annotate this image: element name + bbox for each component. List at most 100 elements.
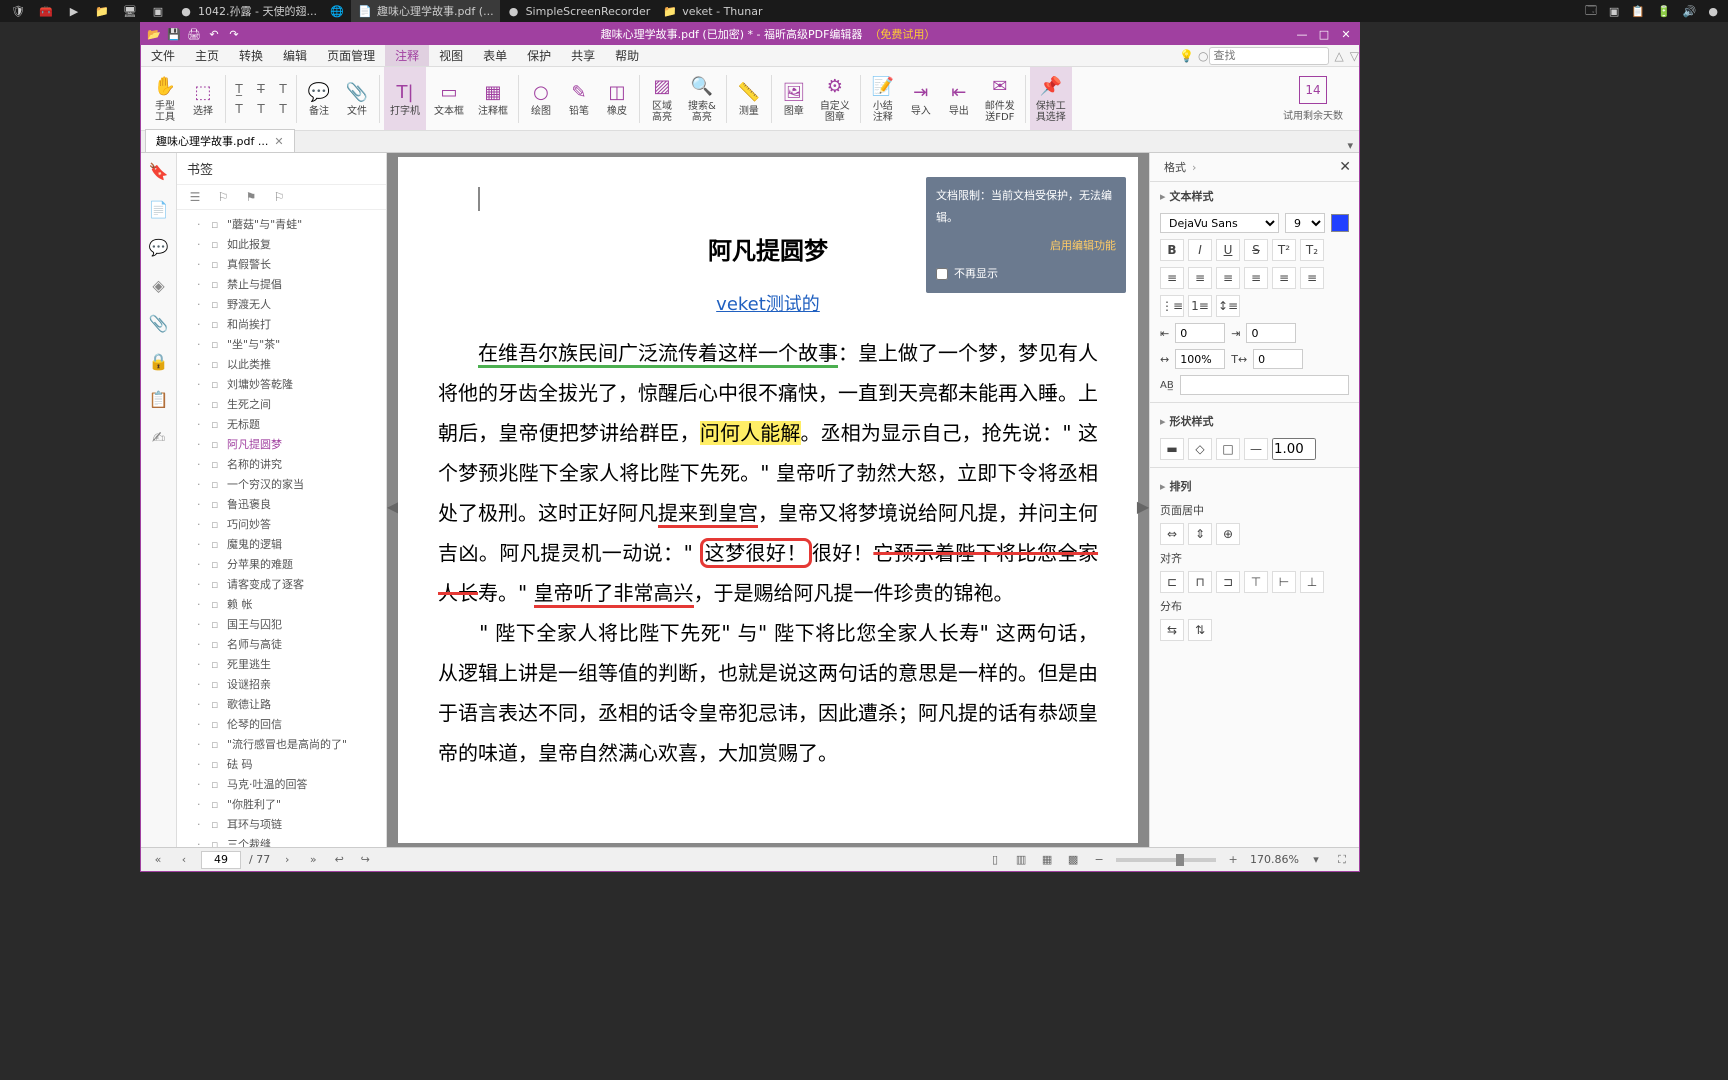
- typewriter-tool[interactable]: T|打字机: [384, 67, 426, 130]
- taskbar-app-2[interactable]: ▶: [60, 0, 88, 22]
- zoom-dropdown[interactable]: ▾: [1307, 851, 1325, 869]
- dist-v-button[interactable]: ⇅: [1188, 619, 1212, 641]
- bookmark-item[interactable]: ·▫名师与高徒: [177, 634, 386, 654]
- bookmark-item[interactable]: ·▫"流行感冒也是高尚的了": [177, 734, 386, 754]
- first-page-button[interactable]: «: [149, 851, 167, 869]
- close-tab-icon[interactable]: ✕: [274, 135, 283, 148]
- measure-tool[interactable]: 📏测量: [731, 67, 767, 130]
- text-highlight-btn[interactable]: T̲: [230, 80, 248, 98]
- bookmark-item[interactable]: ·▫真假警长: [177, 254, 386, 274]
- line-width-input[interactable]: [1272, 438, 1316, 460]
- strike-button[interactable]: S̶: [1244, 239, 1268, 261]
- align-right-button[interactable]: ≡: [1216, 267, 1240, 289]
- bookmarks-rail-icon[interactable]: 🔖: [149, 161, 169, 181]
- number-list-button[interactable]: 1≡: [1188, 295, 1212, 317]
- back-view-button[interactable]: ↩: [330, 851, 348, 869]
- prev-page-button[interactable]: ‹: [175, 851, 193, 869]
- bookmark-item[interactable]: ·▫分苹果的难题: [177, 554, 386, 574]
- fields-rail-icon[interactable]: 📋: [149, 389, 169, 409]
- font-family-select[interactable]: DejaVu Sans: [1160, 213, 1279, 233]
- align-c-button[interactable]: ⊓: [1188, 571, 1212, 593]
- page-number-input[interactable]: [201, 851, 241, 869]
- center-v-button[interactable]: ⇕: [1188, 523, 1212, 545]
- stamp-tool[interactable]: 🖼图章: [776, 67, 812, 130]
- no-fill-button[interactable]: ◇: [1188, 438, 1212, 460]
- minimize-button[interactable]: —: [1295, 27, 1309, 41]
- text-misc-input[interactable]: [1180, 375, 1349, 395]
- next-page-button[interactable]: ›: [278, 851, 296, 869]
- font-size-select[interactable]: 9: [1285, 213, 1325, 233]
- view-cont-facing-button[interactable]: ▩: [1064, 851, 1082, 869]
- bookmark-item[interactable]: ·▫"你胜利了": [177, 794, 386, 814]
- bookmark-item[interactable]: ·▫"坐"与"茶": [177, 334, 386, 354]
- menu-视图[interactable]: 视图: [429, 45, 473, 66]
- security-rail-icon[interactable]: 🔒: [149, 351, 169, 371]
- line-style-button[interactable]: —: [1244, 438, 1268, 460]
- tray-item-1[interactable]: ▣: [1603, 0, 1625, 22]
- export-tool[interactable]: ⇤导出: [941, 67, 977, 130]
- menu-文件[interactable]: 文件: [141, 45, 185, 66]
- menu-主页[interactable]: 主页: [185, 45, 229, 66]
- bookmark-item[interactable]: ·▫以此类推: [177, 354, 386, 374]
- bookmark-item[interactable]: ·▫死里逃生: [177, 654, 386, 674]
- pages-rail-icon[interactable]: 📄: [149, 199, 169, 219]
- attachments-rail-icon[interactable]: 📎: [149, 313, 169, 333]
- last-page-button[interactable]: »: [304, 851, 322, 869]
- indent-input[interactable]: [1175, 323, 1225, 343]
- document-tab[interactable]: 趣味心理学故事.pdf ... ✕: [145, 129, 295, 152]
- bm-collapse-icon[interactable]: ⚐: [271, 189, 287, 205]
- close-button[interactable]: ✕: [1339, 27, 1353, 41]
- taskbar-app-1[interactable]: 🧰: [32, 0, 60, 22]
- align-justify-button[interactable]: ≡: [1244, 267, 1268, 289]
- bookmark-item[interactable]: ·▫歌德让路: [177, 694, 386, 714]
- scale-input[interactable]: [1175, 349, 1225, 369]
- select-tool[interactable]: ⬚ 选择: [185, 67, 221, 130]
- font-color-picker[interactable]: [1331, 214, 1349, 232]
- note-tool[interactable]: 💬备注: [301, 67, 337, 130]
- bookmark-item[interactable]: ·▫名称的讲究: [177, 454, 386, 474]
- menu-表单[interactable]: 表单: [473, 45, 517, 66]
- hand-tool[interactable]: ✋ 手型工具: [147, 67, 183, 130]
- ribbon-expand-icon[interactable]: ▽: [1350, 49, 1359, 63]
- close-panel-icon[interactable]: ✕: [1339, 159, 1351, 175]
- document-page[interactable]: 阿凡提圆梦 veket测试的 在维吾尔族民间广泛流传着这样一个故事：皇上做了一个…: [398, 157, 1138, 843]
- menu-页面管理[interactable]: 页面管理: [317, 45, 385, 66]
- superscript-button[interactable]: T²: [1272, 239, 1296, 261]
- char-space-input[interactable]: [1253, 349, 1303, 369]
- align-l-button[interactable]: ⊏: [1160, 571, 1184, 593]
- tab-dropdown-icon[interactable]: ▾: [1341, 139, 1359, 152]
- menu-转换[interactable]: 转换: [229, 45, 273, 66]
- yellow-highlight-annotation[interactable]: 问何人能解: [700, 421, 801, 445]
- dont-show-checkbox[interactable]: 不再显示: [936, 263, 1116, 285]
- red-box-annotation[interactable]: 这梦很好！: [700, 538, 812, 568]
- import-tool[interactable]: ⇥导入: [903, 67, 939, 130]
- text-underline-btn[interactable]: T: [274, 80, 292, 98]
- area-highlight-tool[interactable]: ▨区域高亮: [644, 67, 680, 130]
- qat-undo-icon[interactable]: ↶: [207, 27, 221, 41]
- taskbar-app-4[interactable]: 🖥: [116, 0, 144, 22]
- bookmark-item[interactable]: ·▫砝 码: [177, 754, 386, 774]
- forward-view-button[interactable]: ↪: [356, 851, 374, 869]
- menu-共享[interactable]: 共享: [561, 45, 605, 66]
- bold-button[interactable]: B: [1160, 239, 1184, 261]
- line-spacing-button[interactable]: ↕≡: [1216, 295, 1240, 317]
- fullscreen-button[interactable]: ⛶: [1333, 851, 1351, 869]
- eraser-tool[interactable]: ◫橡皮: [599, 67, 635, 130]
- align-dist-button[interactable]: ≡: [1300, 267, 1324, 289]
- bookmark-item[interactable]: ·▫禁止与提倡: [177, 274, 386, 294]
- bookmark-item[interactable]: ·▫阿凡提圆梦: [177, 434, 386, 454]
- bookmark-item[interactable]: ·▫无标题: [177, 414, 386, 434]
- bm-add-icon[interactable]: ⚐: [215, 189, 231, 205]
- bookmark-item[interactable]: ·▫三个裁缝: [177, 834, 386, 847]
- bookmark-item[interactable]: ·▫请客变成了逐客: [177, 574, 386, 594]
- bm-expand-icon[interactable]: ⚑: [243, 189, 259, 205]
- comments-rail-icon[interactable]: 💬: [149, 237, 169, 257]
- textbox-tool[interactable]: ▭文本框: [428, 67, 470, 130]
- qat-redo-icon[interactable]: ↷: [227, 27, 241, 41]
- spacing-input[interactable]: [1246, 323, 1296, 343]
- align-m-button[interactable]: ⊢: [1272, 571, 1296, 593]
- arrange-section[interactable]: ▸排列: [1150, 472, 1359, 500]
- dont-show-check-input[interactable]: [936, 268, 948, 280]
- menu-保护[interactable]: 保护: [517, 45, 561, 66]
- taskbar-pdf[interactable]: 📄趣味心理学故事.pdf (...: [351, 0, 500, 22]
